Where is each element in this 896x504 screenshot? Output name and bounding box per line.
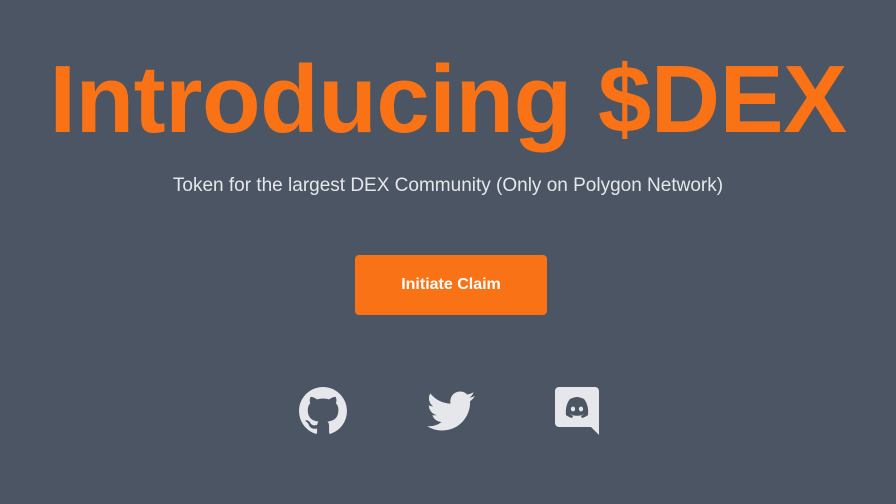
github-link[interactable] [298,386,348,436]
initiate-claim-button[interactable]: Initiate Claim [355,255,547,315]
discord-icon [555,386,603,436]
github-icon [298,386,348,436]
hero-subtitle: Token for the largest DEX Community (Onl… [172,175,724,196]
landing-page: Introducing $DEX Token for the largest D… [0,0,896,504]
hero-title: Introducing $DEX [49,46,847,153]
twitter-icon [427,387,475,435]
discord-link[interactable] [554,386,604,436]
twitter-link[interactable] [426,386,476,436]
